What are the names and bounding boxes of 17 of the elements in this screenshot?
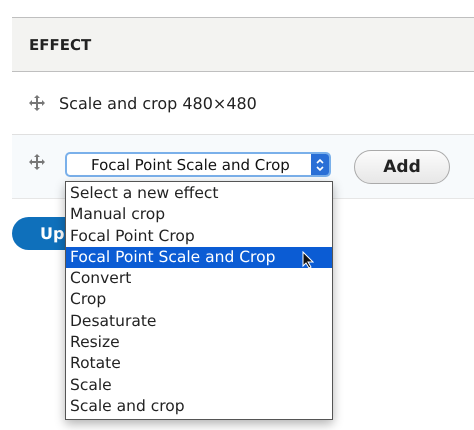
dropdown-option[interactable]: Crop <box>66 289 332 311</box>
dropdown-option[interactable]: Scale <box>66 374 332 396</box>
dropdown-option[interactable]: Scale and crop <box>66 396 332 418</box>
effect-name: Scale and crop 480×480 <box>59 94 257 112</box>
dropdown-option[interactable]: Focal Point Scale and Crop <box>66 246 332 268</box>
drag-handle-icon[interactable] <box>29 95 45 111</box>
dropdown-option[interactable]: Select a new effect <box>66 183 332 204</box>
dropdown-option[interactable]: Rotate <box>66 353 332 375</box>
effect-select[interactable]: Focal Point Scale and Crop <box>65 152 331 177</box>
drag-handle-icon[interactable] <box>29 154 45 170</box>
dropdown-option[interactable]: Resize <box>66 332 332 354</box>
dropdown-option[interactable]: Desaturate <box>66 310 332 332</box>
column-heading: EFFECT <box>29 36 92 54</box>
mouse-pointer-icon <box>302 250 314 269</box>
dropdown-option[interactable]: Convert <box>66 268 332 290</box>
add-button[interactable]: Add <box>354 150 450 184</box>
select-arrows-icon <box>311 154 329 175</box>
